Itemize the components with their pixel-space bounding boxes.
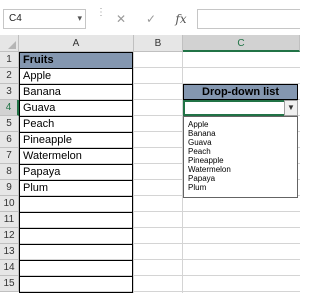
row-header-11[interactable]: 11	[0, 212, 19, 228]
row-header-1[interactable]: 1	[0, 52, 19, 68]
fruit-cell-guava[interactable]: Guava	[20, 101, 132, 117]
row-header-14[interactable]: 14	[0, 260, 19, 276]
dropdown-label-cell[interactable]: Drop-down list	[183, 84, 298, 100]
fruit-cell-peach[interactable]: Peach	[20, 117, 132, 133]
name-box-value: C4	[9, 13, 22, 24]
dropdown-option[interactable]: Peach	[188, 147, 293, 156]
row-header-10[interactable]: 10	[0, 196, 19, 212]
column-header-b[interactable]: B	[134, 35, 183, 52]
fruits-table: Fruits Apple Banana Guava Peach Pineappl…	[19, 52, 133, 293]
dropdown-option[interactable]: Pineapple	[188, 156, 293, 165]
empty-cell[interactable]	[20, 197, 132, 213]
fruit-cell-papaya[interactable]: Papaya	[20, 165, 132, 181]
row-header-5[interactable]: 5	[0, 116, 19, 132]
fruit-cell-banana[interactable]: Banana	[20, 85, 132, 101]
row-header-12[interactable]: 12	[0, 228, 19, 244]
empty-cell[interactable]	[20, 245, 132, 261]
fruit-cell-pineapple[interactable]: Pineapple	[20, 133, 132, 149]
more-options-icon[interactable]: ⋮	[96, 8, 106, 18]
name-box[interactable]: C4 ▾	[3, 9, 86, 29]
enter-icon[interactable]: ✓	[142, 9, 160, 29]
fruit-cell-apple[interactable]: Apple	[20, 69, 132, 85]
empty-cell[interactable]	[20, 213, 132, 229]
fruit-cell-plum[interactable]: Plum	[20, 181, 132, 197]
fruit-cell-watermelon[interactable]: Watermelon	[20, 149, 132, 165]
column-header-c[interactable]: C	[183, 35, 300, 52]
cancel-icon[interactable]: ✕	[112, 9, 130, 29]
select-all-triangle-icon	[8, 41, 16, 49]
row-header-2[interactable]: 2	[0, 68, 19, 84]
empty-cell[interactable]	[20, 229, 132, 245]
dropdown-selected-cell[interactable]	[183, 100, 298, 116]
dropdown-options-list: Apple Banana Guava Peach Pineapple Water…	[183, 116, 298, 198]
dropdown-option[interactable]: Papaya	[188, 174, 293, 183]
formula-bar: C4 ▾ ⋮ ✕ ✓ fx	[0, 0, 300, 35]
insert-function-icon[interactable]: fx	[172, 9, 190, 29]
formula-input[interactable]	[197, 9, 300, 29]
empty-cell[interactable]	[20, 261, 132, 277]
row-header-8[interactable]: 8	[0, 164, 19, 180]
column-header-a[interactable]: A	[19, 35, 134, 52]
dropdown-arrow-button[interactable]: ▼	[284, 100, 298, 116]
dropdown-option[interactable]: Guava	[188, 138, 293, 147]
row-header-7[interactable]: 7	[0, 148, 19, 164]
chevron-down-icon[interactable]: ▾	[77, 13, 82, 24]
spreadsheet-grid: A B C 1 2 3 4 5 6 7 8 9 10 11 12 13 14 1…	[0, 35, 300, 293]
row-header-4[interactable]: 4	[0, 100, 19, 116]
empty-cell[interactable]	[20, 277, 132, 293]
dropdown-option[interactable]: Watermelon	[188, 165, 293, 174]
row-header-9[interactable]: 9	[0, 180, 19, 196]
chevron-down-icon: ▼	[287, 103, 295, 112]
row-header-6[interactable]: 6	[0, 132, 19, 148]
select-all-button[interactable]	[0, 35, 19, 52]
dropdown-option[interactable]: Banana	[188, 129, 293, 138]
dropdown-option[interactable]: Plum	[188, 183, 293, 192]
row-header-13[interactable]: 13	[0, 244, 19, 260]
row-header-3[interactable]: 3	[0, 84, 19, 100]
fruits-header-cell[interactable]: Fruits	[20, 53, 132, 69]
dropdown-option[interactable]: Apple	[188, 120, 293, 129]
row-header-15[interactable]: 15	[0, 276, 19, 292]
